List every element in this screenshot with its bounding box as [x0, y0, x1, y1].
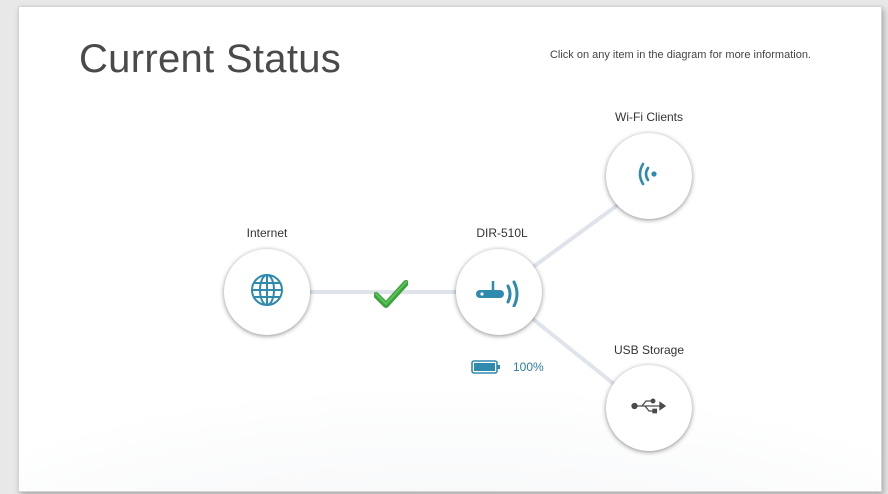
- battery-percent: 100%: [513, 360, 544, 374]
- connection-lines: [267, 180, 651, 414]
- wifi-clients-node[interactable]: [606, 133, 692, 219]
- globe-icon: [250, 273, 284, 312]
- usb-storage-node[interactable]: [606, 365, 692, 451]
- router-node[interactable]: [456, 249, 542, 335]
- internet-node[interactable]: [224, 249, 310, 335]
- usb-storage-label: USB Storage: [613, 343, 685, 357]
- router-label: DIR-510L: [476, 226, 528, 240]
- usb-icon: [631, 396, 667, 421]
- status-panel: Current Status Click on any item in the …: [18, 6, 882, 492]
- checkmark-icon: [373, 280, 409, 313]
- wifi-signal-icon: [634, 161, 664, 192]
- router-icon: [474, 273, 524, 312]
- battery-icon: [471, 359, 501, 375]
- internet-label: Internet: [246, 226, 288, 240]
- wifi-clients-label: Wi-Fi Clients: [615, 110, 683, 124]
